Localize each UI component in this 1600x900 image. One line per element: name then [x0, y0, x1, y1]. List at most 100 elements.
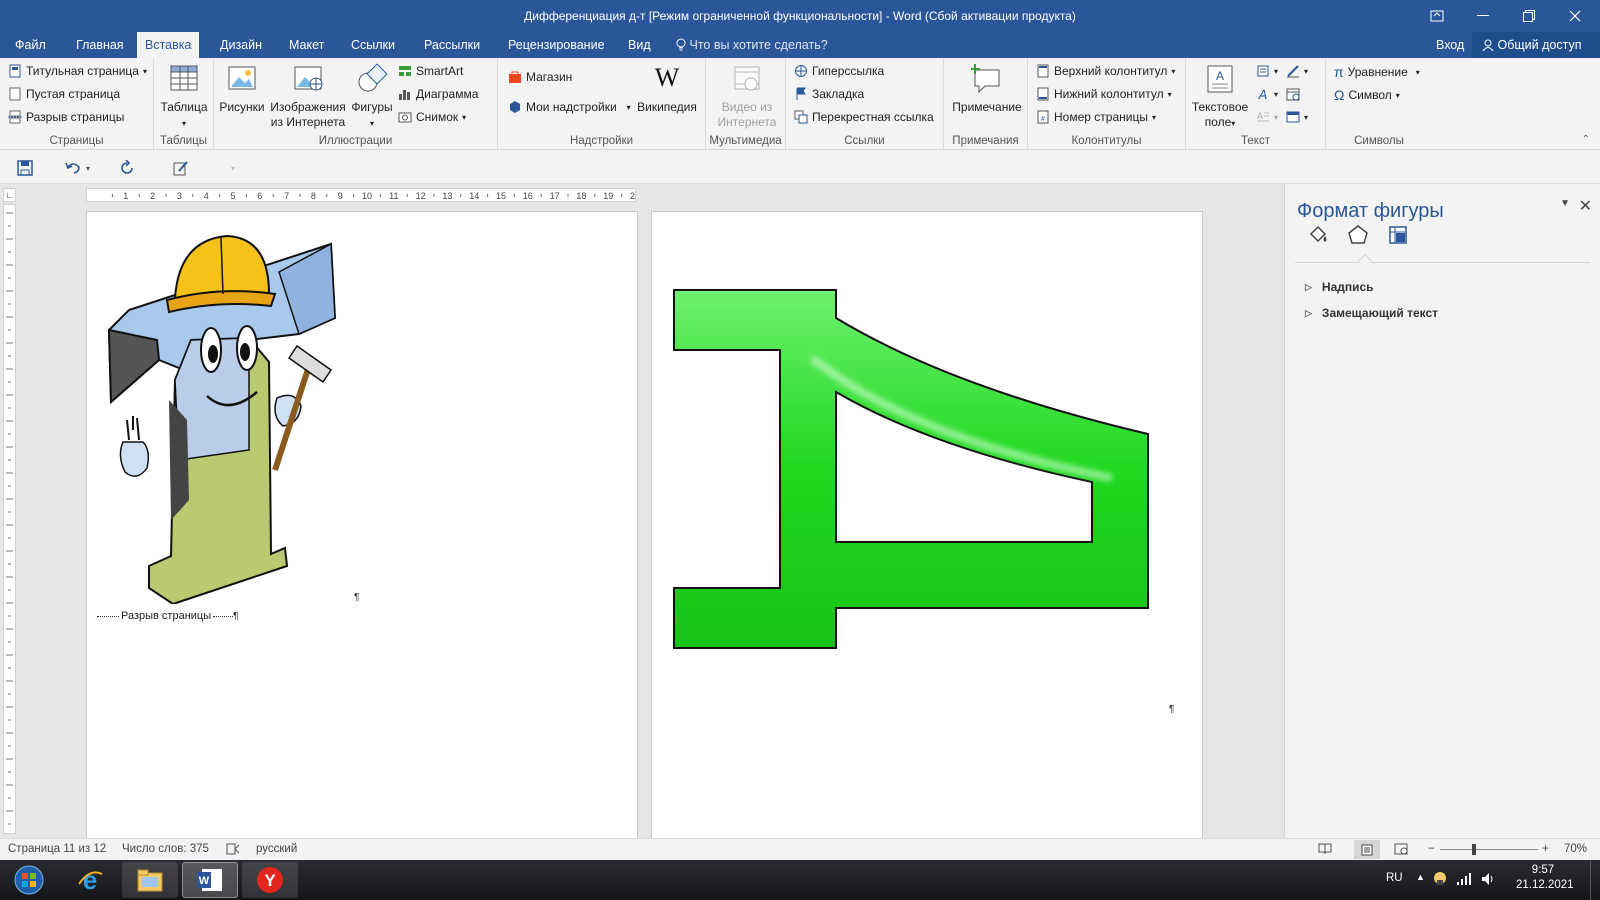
- tab-references[interactable]: Ссылки: [343, 32, 403, 58]
- smartart-icon: [399, 66, 411, 76]
- tab-design[interactable]: Дизайн: [212, 32, 270, 58]
- blank-page-button[interactable]: Пустая страница: [8, 87, 120, 101]
- restore-button[interactable]: [1506, 0, 1552, 32]
- tray-app-icon[interactable]: [1432, 870, 1448, 889]
- internet-explorer-icon[interactable]: e: [62, 862, 118, 898]
- page-break-button[interactable]: Разрыв страницы: [8, 110, 124, 124]
- section-alt-text[interactable]: ▷ Замещающий текст: [1305, 306, 1438, 320]
- store-button[interactable]: Магазин: [508, 70, 572, 84]
- new-comment-button[interactable]: Примечание: [950, 62, 1024, 115]
- volume-icon[interactable]: [1480, 871, 1496, 890]
- date-time-button[interactable]: [1286, 87, 1300, 101]
- smartart-button[interactable]: SmartArt: [398, 64, 463, 78]
- tab-review[interactable]: Рецензирование: [500, 32, 613, 58]
- chart-button[interactable]: Диаграмма: [398, 87, 478, 101]
- quick-parts-button[interactable]: ▾: [1256, 64, 1278, 78]
- close-icon[interactable]: ✕: [1579, 196, 1592, 216]
- customize-qat-icon[interactable]: ▾: [222, 158, 244, 178]
- object-button[interactable]: ▾: [1286, 110, 1308, 124]
- tab-view[interactable]: Вид: [620, 32, 659, 58]
- group-illustrations: Рисунки Изображения из Интернета Фигуры ▾ …: [214, 58, 498, 150]
- minimize-button[interactable]: [1460, 0, 1506, 32]
- collapse-ribbon-icon[interactable]: ⌃: [1582, 134, 1590, 145]
- text-box-button[interactable]: A Текстовое поле▾: [1190, 62, 1250, 131]
- online-pictures-button[interactable]: Изображения из Интернета: [268, 62, 348, 130]
- page-count[interactable]: Страница 11 из 12: [8, 843, 106, 855]
- tab-file[interactable]: Файл: [7, 32, 54, 58]
- word-count[interactable]: Число слов: 375: [122, 843, 209, 855]
- shapes-button[interactable]: Фигуры ▾: [348, 62, 396, 131]
- hyperlink-button[interactable]: Гиперссылка: [794, 64, 884, 78]
- tab-home[interactable]: Главная: [68, 32, 132, 58]
- cover-page-button[interactable]: Титульная страница ▾: [8, 64, 147, 78]
- share-button[interactable]: Общий доступ: [1472, 32, 1600, 58]
- chevron-down-icon: ▾: [1167, 89, 1172, 99]
- edit-document-icon[interactable]: [170, 158, 192, 178]
- my-addins-button[interactable]: Мои надстройки ▾: [508, 100, 631, 114]
- pane-options-icon[interactable]: ▼: [1560, 198, 1570, 209]
- redo-icon[interactable]: [116, 158, 138, 178]
- table-button[interactable]: Таблица ▾: [160, 62, 208, 131]
- sign-in-link[interactable]: Вход: [1436, 32, 1464, 58]
- tray-expand-icon[interactable]: ▲: [1416, 872, 1425, 882]
- close-button[interactable]: [1552, 0, 1598, 32]
- zoom-out-button[interactable]: −: [1428, 843, 1435, 855]
- letter-d-shape[interactable]: [672, 288, 1152, 652]
- zoom-slider-thumb[interactable]: [1472, 844, 1476, 855]
- word-taskbar-icon[interactable]: W: [182, 862, 238, 898]
- online-video-button[interactable]: Видео из Интернета: [712, 62, 782, 130]
- cross-reference-button[interactable]: Перекрестная ссылка: [794, 110, 934, 124]
- print-layout-icon[interactable]: [1354, 840, 1380, 859]
- pictures-button[interactable]: Рисунки: [218, 62, 266, 115]
- effects-icon[interactable]: [1347, 224, 1369, 249]
- wordart-button[interactable]: A ▾: [1256, 87, 1278, 101]
- signature-line-button[interactable]: ▾: [1286, 64, 1308, 78]
- builder-letter-t-illustration[interactable]: [99, 220, 359, 606]
- chevron-down-icon: ▾: [1274, 66, 1279, 76]
- page-11[interactable]: ¶ Разрыв страницы ¶: [86, 211, 638, 838]
- tab-mailings[interactable]: Рассылки: [416, 32, 488, 58]
- layout-properties-icon[interactable]: [1387, 224, 1409, 249]
- file-explorer-icon[interactable]: [122, 862, 178, 898]
- zoom-level[interactable]: 70%: [1564, 843, 1587, 855]
- read-mode-icon[interactable]: [1318, 843, 1332, 858]
- header-button[interactable]: Верхний колонтитул ▾: [1036, 64, 1175, 78]
- start-button[interactable]: [4, 862, 54, 898]
- ribbon-display-options-icon[interactable]: [1414, 0, 1460, 32]
- save-icon[interactable]: [14, 158, 36, 178]
- section-text-box[interactable]: ▷ Надпись: [1305, 280, 1374, 294]
- screenshot-button[interactable]: Снимок ▾: [398, 110, 466, 124]
- drop-cap-button[interactable]: A ▾: [1256, 110, 1278, 124]
- wikipedia-button[interactable]: W Википедия: [636, 62, 698, 115]
- network-icon[interactable]: [1456, 872, 1472, 889]
- symbol-button[interactable]: Ω Символ ▾: [1334, 87, 1400, 103]
- page-12[interactable]: ¶: [651, 211, 1203, 838]
- tab-insert[interactable]: Вставка: [137, 32, 200, 58]
- equation-button[interactable]: π Уравнение ▾: [1334, 64, 1420, 80]
- vertical-ruler[interactable]: [3, 204, 16, 834]
- proofing-icon[interactable]: [226, 843, 240, 858]
- input-language[interactable]: RU: [1386, 872, 1403, 884]
- zoom-slider[interactable]: [1440, 849, 1538, 850]
- clock[interactable]: 9:57 21.12.2021: [1516, 864, 1574, 891]
- tab-selector-icon[interactable]: ∟: [3, 188, 16, 202]
- format-shape-pane: Формат фигуры ▼ ✕ ▷ Надпись ▷ Замещающий…: [1284, 184, 1600, 838]
- chevron-down-icon: ▾: [1415, 67, 1420, 77]
- group-text: A Текстовое поле▾ ▾ ▾ A ▾ A ▾ ▾ Текст: [1186, 58, 1326, 150]
- page-number-button[interactable]: # Номер страницы ▾: [1036, 110, 1156, 124]
- show-desktop-button[interactable]: [1590, 860, 1600, 900]
- footer-label: Нижний колонтитул: [1054, 87, 1164, 101]
- undo-icon[interactable]: [62, 158, 84, 178]
- bookmark-button[interactable]: Закладка: [794, 87, 864, 101]
- language-indicator[interactable]: русский: [256, 843, 297, 855]
- yandex-browser-icon[interactable]: Y: [242, 862, 298, 898]
- fill-line-icon[interactable]: [1307, 224, 1329, 249]
- vertical-ruler-scale: [6, 212, 13, 825]
- tab-layout[interactable]: Макет: [281, 32, 332, 58]
- horizontal-ruler[interactable]: 1234567891011121314151617181920: [86, 188, 636, 202]
- web-layout-icon[interactable]: [1394, 843, 1408, 858]
- zoom-in-button[interactable]: +: [1542, 843, 1549, 855]
- tell-me-box[interactable]: Что вы хотите сделать?: [676, 32, 828, 58]
- footer-button[interactable]: Нижний колонтитул ▾: [1036, 87, 1172, 101]
- undo-dropdown-icon[interactable]: ▾: [82, 158, 94, 178]
